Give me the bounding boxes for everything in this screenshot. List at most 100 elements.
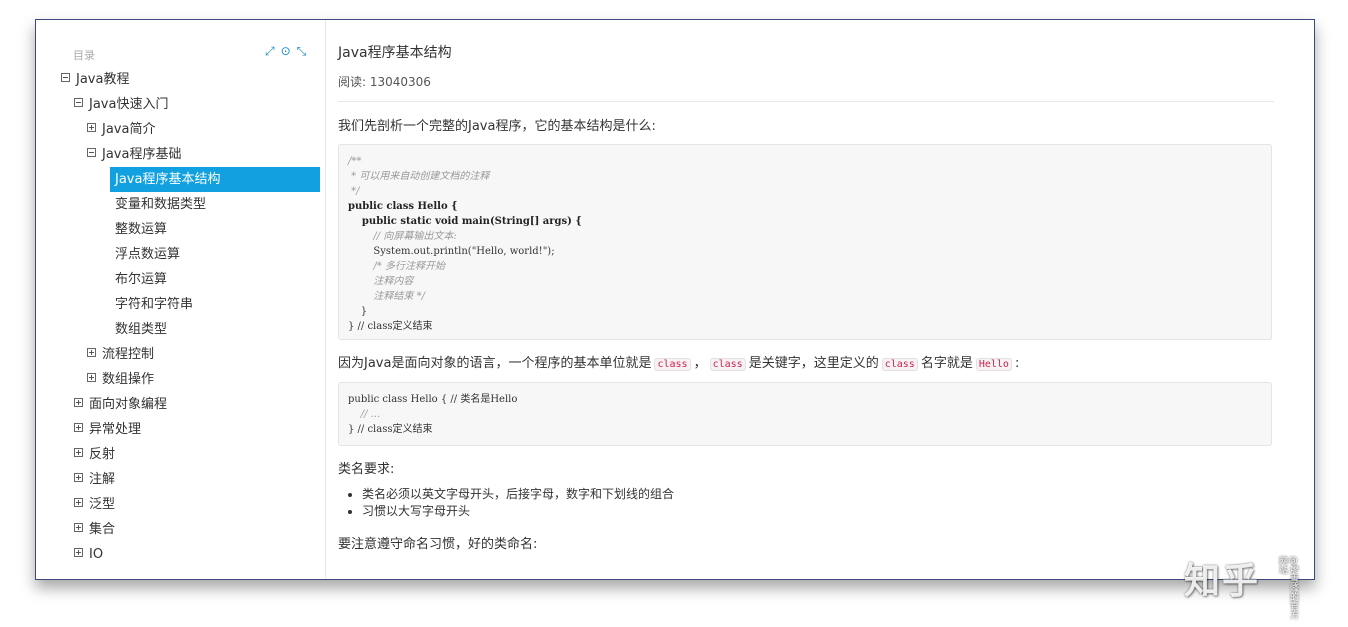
expand-icon[interactable] xyxy=(74,548,83,557)
para-text: ， xyxy=(693,356,707,371)
toc-item-label: 面向对象编程 xyxy=(89,397,168,412)
toc-label: 目录 xyxy=(73,49,95,62)
toc-item-label: 反射 xyxy=(89,447,116,462)
list-item: 习惯以大写字母开头 xyxy=(362,503,674,520)
toc-tree: Java教程 Java快速入门 Java简介 Java程序基础 Java程序基本结构 变量… xyxy=(36,67,325,567)
naming-note: 要注意遵守命名习惯，好的类命名: xyxy=(338,537,538,552)
toc-item-label: IO xyxy=(89,547,104,562)
expand-icon[interactable] xyxy=(74,473,83,482)
expand-icon[interactable] xyxy=(74,423,83,432)
toc-item-label: 布尔运算 xyxy=(115,272,168,287)
code-line: public class Hello { xyxy=(348,199,1262,214)
inline-code: class xyxy=(881,358,918,371)
collapse-icon[interactable] xyxy=(74,98,83,107)
code-line: public static void main(String[] args) { xyxy=(348,214,1262,229)
code-line: public class Hello { // 类名是Hello xyxy=(348,392,1262,407)
code-text: 注释结束 */ xyxy=(348,291,425,302)
para-text: 名字就是 xyxy=(920,356,973,371)
toc-item[interactable]: 布尔运算 xyxy=(36,267,325,292)
toc-item[interactable]: 异常处理 xyxy=(36,417,325,442)
toc-item-label: 变量和数据类型 xyxy=(115,197,207,212)
intro-paragraph: 我们先剖析一个完整的Java程序，它的基本结构是什么: xyxy=(338,119,656,134)
code-text: /* 多行注释开始 xyxy=(348,261,445,272)
expand-icon[interactable] xyxy=(74,398,83,407)
toc-item-label: 注解 xyxy=(89,472,116,487)
code-line: System.out.println("Hello, world!"); xyxy=(348,244,1262,259)
collapse-icon[interactable] xyxy=(87,148,96,157)
toc-item[interactable]: 字符和字符串 xyxy=(36,292,325,317)
toc-item[interactable]: IO xyxy=(36,542,325,567)
toc-sidebar: 目录 ⤢ ⊙ ⤡ Java教程 Java快速入门 Java简介 Java程序基础 Jav… xyxy=(36,20,326,579)
code-line: 注释结束 */ xyxy=(348,289,1262,304)
toc-item[interactable]: Java程序基本结构 xyxy=(110,167,320,192)
article: Java程序基本结构 阅读: 13040306 我们先剖析一个完整的Java程序… xyxy=(338,20,1274,579)
toc-item-label: 数组类型 xyxy=(115,322,168,337)
code-line: 注释内容 xyxy=(348,274,1262,289)
expand-icon[interactable] xyxy=(74,498,83,507)
toc-item[interactable]: Java程序基础 xyxy=(36,142,325,167)
toc-item[interactable]: Java简介 xyxy=(36,117,325,142)
toc-item[interactable]: 数组类型 xyxy=(36,317,325,342)
toc-item[interactable]: 泛型 xyxy=(36,492,325,517)
expand-icon[interactable] xyxy=(74,523,83,532)
toc-item-label: 泛型 xyxy=(89,497,116,512)
toc-item[interactable]: 数组操作 xyxy=(36,367,325,392)
locate-icon[interactable]: ⊙ xyxy=(281,44,291,58)
toc-item[interactable]: Java快速入门 xyxy=(36,92,325,117)
code-text: public static void main(String[] args) { xyxy=(348,216,582,227)
watermark-logo: 知乎 xyxy=(1184,561,1261,602)
code-line: /** xyxy=(348,154,1262,169)
code-text: } xyxy=(348,306,368,317)
code-text: public class Hello { xyxy=(348,201,458,212)
collapse-icon[interactable] xyxy=(61,73,70,82)
toc-item[interactable]: 浮点数运算 xyxy=(36,242,325,267)
list-item: 类名必须以英文字母开头，后接字母，数字和下划线的组合 xyxy=(362,486,674,503)
toc-item[interactable]: 面向对象编程 xyxy=(36,392,325,417)
inline-code: class xyxy=(709,358,746,371)
code-line: */ xyxy=(348,184,1262,199)
toc-item[interactable]: 流程控制 xyxy=(36,342,325,367)
browser-window: 目录 ⤢ ⊙ ⤡ Java教程 Java快速入门 Java简介 Java程序基础 Jav… xyxy=(35,19,1315,580)
toc-item-label: Java快速入门 xyxy=(89,97,169,112)
code-block-class: public class Hello { // 类名是Hello // ...}… xyxy=(338,382,1272,446)
code-text: // ... xyxy=(348,409,381,420)
code-text: } // class定义结束 xyxy=(348,321,433,332)
para-text: 因为Java是面向对象的语言，一个程序的基本单位就是 xyxy=(338,356,652,371)
naming-rules-list: 类名必须以英文字母开头，后接字母，数字和下划线的组合习惯以大写字母开头 xyxy=(338,486,674,520)
inline-code: Hello xyxy=(975,358,1012,371)
code-line: } xyxy=(348,304,1262,319)
toc-item-label: Java程序基础 xyxy=(102,147,182,162)
toc-tools: ⤢ ⊙ ⤡ xyxy=(265,44,306,58)
toc-item-label: 字符和字符串 xyxy=(115,297,194,312)
expand-icon[interactable] xyxy=(74,448,83,457)
toc-item[interactable]: 整数运算 xyxy=(36,217,325,242)
expand-icon[interactable] xyxy=(87,123,96,132)
page-title: Java程序基本结构 xyxy=(338,45,452,61)
toc-item[interactable]: 反射 xyxy=(36,442,325,467)
toc-item-label: Java简介 xyxy=(102,122,156,137)
para-text: : xyxy=(1014,356,1020,371)
expand-icon[interactable] xyxy=(87,373,96,382)
toc-item[interactable]: 集合 xyxy=(36,517,325,542)
expand-icon[interactable] xyxy=(87,348,96,357)
collapse-all-icon[interactable]: ⤡ xyxy=(297,44,307,58)
toc-item[interactable]: 变量和数据类型 xyxy=(36,192,325,217)
watermark-author: @廖雪峰的官方网站 xyxy=(1277,556,1298,619)
code-line: } // class定义结束 xyxy=(348,319,1262,334)
code-text: 注释内容 xyxy=(348,276,414,287)
toc-item-label: 整数运算 xyxy=(115,222,168,237)
code-block-main: /** * 可以用来自动创建文档的注释 */ public class Hello… xyxy=(338,144,1272,340)
toc-item-label: 集合 xyxy=(89,522,116,537)
toc-item-label: Java程序基本结构 xyxy=(115,172,221,187)
toc-item[interactable]: Java教程 xyxy=(36,67,325,92)
code-line: // 向屏幕输出文本: xyxy=(348,229,1262,244)
toc-item[interactable]: 注解 xyxy=(36,467,325,492)
code-text: */ xyxy=(348,186,360,197)
code-text: /** xyxy=(348,156,362,167)
code-line: } // class定义结束 xyxy=(348,422,1262,437)
inline-code: class xyxy=(654,358,691,371)
read-count: 阅读: 13040306 xyxy=(338,75,431,89)
toc-item-label: 数组操作 xyxy=(102,372,155,387)
code-line: /* 多行注释开始 xyxy=(348,259,1262,274)
expand-all-icon[interactable]: ⤢ xyxy=(265,44,275,58)
